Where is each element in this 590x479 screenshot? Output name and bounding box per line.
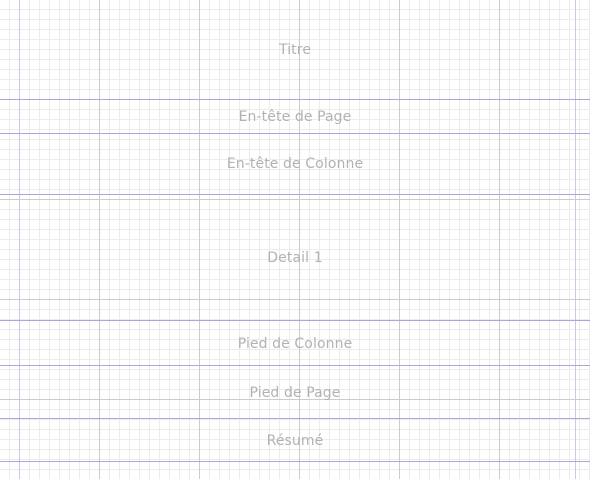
band-label-page-footer: Pied de Page [249, 384, 341, 401]
band-column-header[interactable]: En-tête de Colonne [0, 134, 590, 195]
band-separator-summary[interactable] [0, 461, 590, 462]
band-label-title: Titre [278, 42, 312, 58]
band-label-detail-1: Detail 1 [267, 250, 323, 266]
band-detail-1[interactable]: Detail 1 [0, 195, 590, 321]
band-column-footer[interactable]: Pied de Colonne [0, 321, 590, 366]
band-label-column-header: En-tête de Colonne [226, 155, 364, 172]
band-page-footer[interactable]: Pied de Page [0, 366, 590, 419]
band-label-page-header: En-tête de Page [238, 109, 352, 125]
band-label-column-footer: Pied de Colonne [237, 335, 353, 352]
band-page-header[interactable]: En-tête de Page [0, 100, 590, 134]
band-title[interactable]: Titre [0, 0, 590, 100]
band-label-summary: Résumé [266, 432, 324, 449]
band-summary[interactable]: Résumé [0, 419, 590, 462]
report-design-canvas[interactable]: Titre En-tête de Page En-tête de Colonne… [0, 0, 590, 479]
